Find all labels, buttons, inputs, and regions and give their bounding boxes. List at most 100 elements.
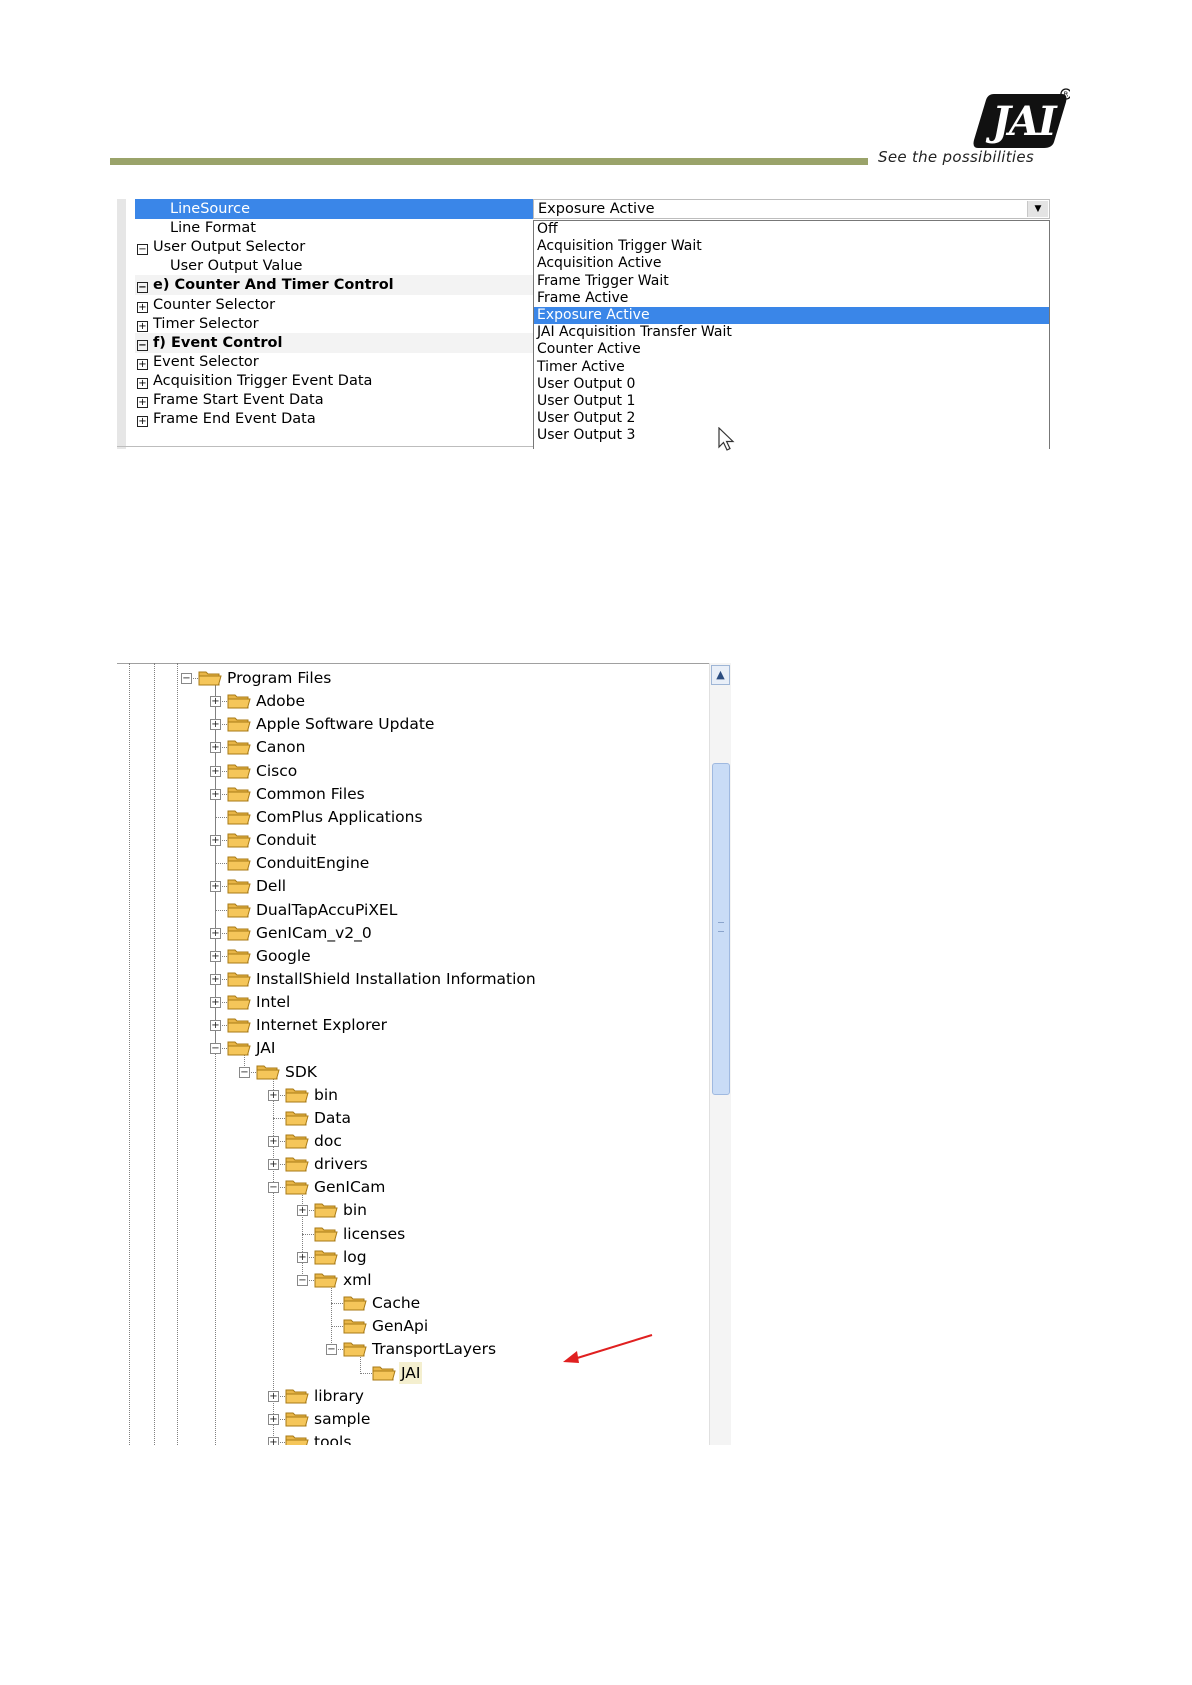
expand-icon[interactable]: + xyxy=(210,927,221,939)
tree-item-data[interactable]: Data xyxy=(117,1107,707,1129)
property-row-line-format[interactable]: Line Format xyxy=(135,218,542,238)
collapse-icon[interactable]: − xyxy=(297,1274,308,1286)
dropdown-option[interactable]: Frame Active xyxy=(534,290,1049,307)
property-row-f-event-control[interactable]: − f) Event Control xyxy=(135,332,542,353)
collapse-icon[interactable]: − xyxy=(137,282,148,294)
tree-item-bin[interactable]: + bin xyxy=(117,1084,707,1106)
tree-item-library[interactable]: + library xyxy=(117,1385,707,1407)
tree-item-sample[interactable]: + sample xyxy=(117,1408,707,1430)
tree-item-xml[interactable]: − xml xyxy=(117,1269,707,1291)
expand-icon[interactable]: + xyxy=(210,973,221,985)
dropdown-option[interactable]: Exposure Active xyxy=(534,306,1049,325)
property-row-counter-selector[interactable]: + Counter Selector xyxy=(135,295,542,315)
expand-icon[interactable]: + xyxy=(268,1413,279,1425)
chevron-down-icon[interactable]: ▼ xyxy=(1027,201,1048,217)
expand-icon[interactable]: + xyxy=(210,696,221,708)
expand-icon[interactable]: + xyxy=(210,788,221,800)
property-row-acquisition-trigger-event-data[interactable]: + Acquisition Trigger Event Data xyxy=(135,371,542,391)
tree-item-google[interactable]: + Google xyxy=(117,945,707,967)
expand-icon[interactable]: + xyxy=(268,1089,279,1101)
expand-icon[interactable]: + xyxy=(210,1020,221,1032)
collapse-icon[interactable]: − xyxy=(239,1066,250,1078)
expand-icon[interactable]: + xyxy=(210,835,221,847)
expand-icon[interactable]: + xyxy=(268,1436,279,1445)
tree-item-label: TransportLayers xyxy=(372,1340,497,1359)
property-row-event-selector[interactable]: + Event Selector xyxy=(135,352,542,372)
tree-item-jai[interactable]: − JAI xyxy=(117,1037,707,1059)
collapse-icon[interactable]: − xyxy=(210,1043,221,1055)
tree-item-adobe[interactable]: + Adobe xyxy=(117,690,707,712)
expand-icon[interactable]: + xyxy=(268,1159,279,1171)
expand-icon[interactable]: + xyxy=(137,320,148,332)
tree-item-dell[interactable]: + Dell xyxy=(117,875,707,897)
dropdown-option[interactable]: User Output 3 xyxy=(534,427,1049,444)
expand-icon[interactable]: + xyxy=(297,1251,308,1263)
dropdown-option[interactable]: Frame Trigger Wait xyxy=(534,273,1049,290)
expand-icon[interactable]: + xyxy=(137,377,148,389)
expand-icon[interactable]: + xyxy=(137,301,148,313)
dropdown-option[interactable]: User Output 2 xyxy=(534,410,1049,427)
tree-item-cisco[interactable]: + Cisco xyxy=(117,760,707,782)
tree-item-genicam[interactable]: − GenICam xyxy=(117,1176,707,1198)
scroll-up-icon[interactable]: ▲ xyxy=(711,665,730,685)
dropdown-option[interactable]: JAI Acquisition Transfer Wait xyxy=(534,324,1049,341)
tree-item-installshield-installation-information[interactable]: + InstallShield Installation Information xyxy=(117,968,707,990)
expand-icon[interactable]: + xyxy=(210,881,221,893)
tree-item-common-files[interactable]: + Common Files xyxy=(117,783,707,805)
expand-icon[interactable]: + xyxy=(210,950,221,962)
tree-item-intel[interactable]: + Intel xyxy=(117,991,707,1013)
folder-icon xyxy=(285,1111,309,1126)
vertical-scrollbar[interactable]: ▲ xyxy=(709,663,731,1445)
expand-icon[interactable]: + xyxy=(210,997,221,1009)
expand-icon[interactable]: + xyxy=(210,765,221,777)
tree-item-internet-explorer[interactable]: + Internet Explorer xyxy=(117,1014,707,1036)
tree-item-log[interactable]: + log xyxy=(117,1246,707,1268)
tree-item-conduit[interactable]: + Conduit xyxy=(117,829,707,851)
tree-item-label: GenICam_v2_0 xyxy=(256,923,372,942)
tree-item-genicam-v2-0[interactable]: + GenICam_v2_0 xyxy=(117,922,707,944)
property-row-user-output-value[interactable]: User Output Value xyxy=(135,256,542,276)
scroll-thumb[interactable] xyxy=(712,763,730,1095)
property-row-frame-end-event-data[interactable]: + Frame End Event Data xyxy=(135,409,542,429)
tree-item-doc[interactable]: + doc xyxy=(117,1130,707,1152)
tree-item-tools[interactable]: + tools xyxy=(117,1431,707,1445)
tree-item-jai[interactable]: JAI xyxy=(117,1361,707,1384)
tree-item-dualtapaccupixel[interactable]: DualTapAccuPiXEL xyxy=(117,899,707,921)
dropdown-option[interactable]: Off xyxy=(534,221,1049,238)
expand-icon[interactable]: + xyxy=(210,719,221,731)
collapse-icon[interactable]: − xyxy=(181,673,192,684)
property-row-linesource[interactable]: LineSource xyxy=(135,199,542,219)
collapse-icon[interactable]: − xyxy=(326,1344,337,1356)
tree-item-bin[interactable]: + bin xyxy=(117,1199,707,1221)
dropdown-option[interactable]: User Output 0 xyxy=(534,376,1049,393)
tree-item-licenses[interactable]: licenses xyxy=(117,1223,707,1245)
expand-icon[interactable]: + xyxy=(268,1136,279,1147)
tree-item-cache[interactable]: Cache xyxy=(117,1292,707,1314)
expand-icon[interactable]: + xyxy=(137,358,148,370)
dropdown-option[interactable]: Acquisition Trigger Wait xyxy=(534,238,1049,255)
collapse-icon[interactable]: − xyxy=(268,1182,279,1194)
tree-item-complus-applications[interactable]: ComPlus Applications xyxy=(117,806,707,828)
dropdown-option[interactable]: User Output 1 xyxy=(534,393,1049,410)
tree-item-program-files[interactable]: − Program Files xyxy=(117,667,707,689)
collapse-icon[interactable]: − xyxy=(137,339,148,351)
expand-icon[interactable]: + xyxy=(137,397,148,408)
expand-icon[interactable]: + xyxy=(268,1390,279,1402)
tree-item-canon[interactable]: + Canon xyxy=(117,736,707,758)
expand-icon[interactable]: + xyxy=(137,416,148,428)
expand-icon[interactable]: + xyxy=(210,742,221,754)
tree-item-apple-software-update[interactable]: + Apple Software Update xyxy=(117,713,707,735)
property-row-e-counter-and-timer-control[interactable]: − e) Counter And Timer Control xyxy=(135,275,542,296)
tree-item-sdk[interactable]: − SDK xyxy=(117,1061,707,1083)
property-row-user-output-selector[interactable]: − User Output Selector xyxy=(135,237,542,257)
dropdown-option[interactable]: Counter Active xyxy=(534,341,1049,358)
property-row-timer-selector[interactable]: + Timer Selector xyxy=(135,314,542,334)
dropdown-option[interactable]: Acquisition Active xyxy=(534,255,1049,272)
tree-item-conduitengine[interactable]: ConduitEngine xyxy=(117,852,707,874)
expand-icon[interactable]: + xyxy=(297,1205,308,1217)
property-row-frame-start-event-data[interactable]: + Frame Start Event Data xyxy=(135,390,542,410)
collapse-icon[interactable]: − xyxy=(137,244,148,256)
tree-item-drivers[interactable]: + drivers xyxy=(117,1153,707,1175)
line-source-combobox[interactable]: Exposure Active ▼ xyxy=(533,199,1050,219)
dropdown-option[interactable]: Timer Active xyxy=(534,359,1049,376)
